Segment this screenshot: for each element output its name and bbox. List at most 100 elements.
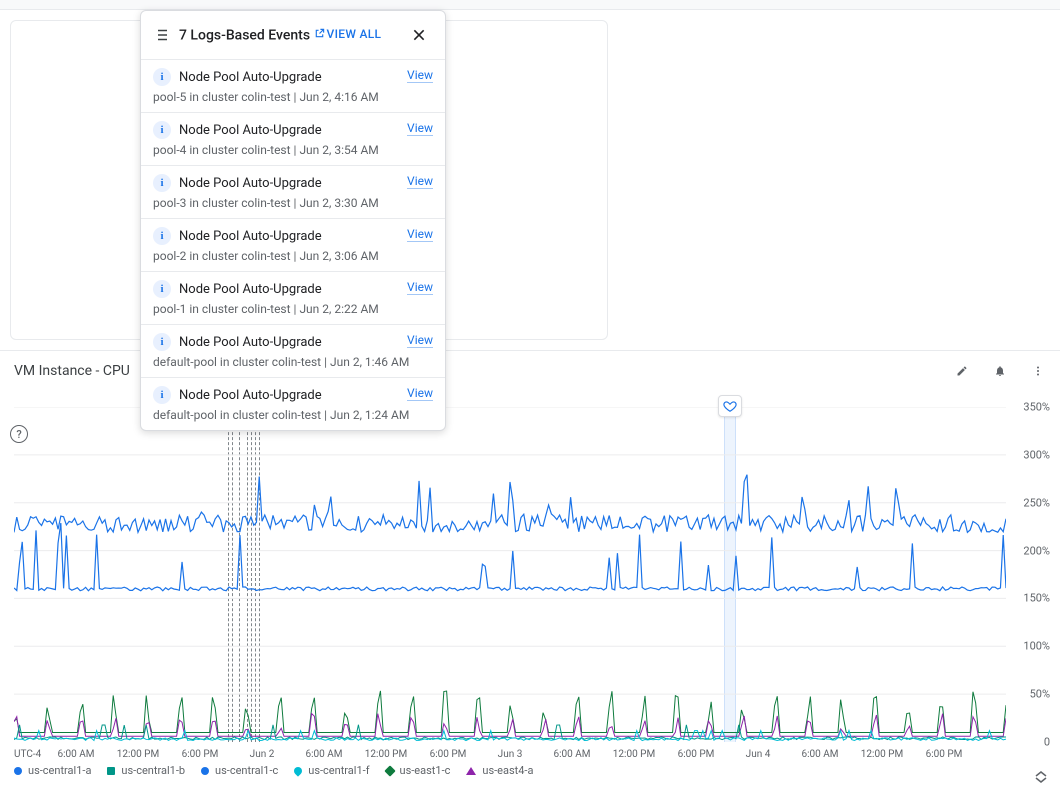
event-view-link[interactable]: View [407, 333, 433, 348]
alert-button[interactable] [988, 359, 1012, 383]
legend-label: us-east1-c [400, 764, 451, 777]
x-axis-ticks: UTC-4 6:00 AM 12:00 PM 6:00 PM Jun 2 6:00 AM… [14, 744, 1006, 760]
event-subtitle: default-pool in cluster colin-test | Jun… [153, 408, 433, 422]
event-subtitle: pool-3 in cluster colin-test | Jun 2, 3:… [153, 196, 433, 210]
chart-area[interactable]: ? 7 050%100%150%200%250%300%350% UTC-4 6… [8, 395, 1052, 760]
x-tick: 12:00 PM [117, 749, 159, 760]
legend-swatch [384, 765, 395, 776]
event-subtitle: pool-5 in cluster colin-test | Jun 2, 4:… [153, 90, 433, 104]
close-button[interactable] [405, 21, 433, 49]
y-tick: 100% [1023, 640, 1050, 653]
logs-events-list: iNode Pool Auto-UpgradeViewpool-5 in clu… [141, 60, 445, 430]
x-tick: 6:00 PM [182, 749, 219, 760]
x-tick: 6:00 AM [801, 749, 838, 760]
chart-title: VM Instance - CPU [14, 363, 130, 379]
logs-events-title: 7 Logs-Based Events VIEW ALL [179, 27, 393, 44]
legend-swatch [466, 767, 476, 775]
legend-swatch [293, 765, 304, 776]
chart-legend: us-central1-a us-central1-b us-central1-c u… [0, 760, 1060, 783]
info-icon: i [153, 121, 171, 139]
external-link-icon [314, 28, 325, 39]
info-icon: i [153, 227, 171, 245]
legend-item[interactable]: us-central1-a [14, 764, 91, 777]
y-tick: 150% [1023, 592, 1050, 605]
y-tick: 50% [1030, 688, 1050, 701]
y-tick: 300% [1023, 448, 1050, 461]
y-tick: 200% [1023, 544, 1050, 557]
legend-label: us-central1-b [121, 764, 185, 777]
y-axis-ticks: 050%100%150%200%250%300%350% [1010, 407, 1050, 742]
x-tick: Jun 3 [498, 749, 523, 760]
event-subtitle: pool-4 in cluster colin-test | Jun 2, 3:… [153, 143, 433, 157]
event-title: Node Pool Auto-Upgrade [179, 123, 433, 138]
x-tick: 6:00 PM [926, 749, 963, 760]
bell-icon [994, 362, 1006, 380]
event-row: iNode Pool Auto-UpgradeViewpool-3 in clu… [141, 166, 445, 219]
event-view-link[interactable]: View [407, 386, 433, 401]
logs-events-header: 7 Logs-Based Events VIEW ALL [141, 11, 445, 60]
event-view-link[interactable]: View [407, 68, 433, 83]
event-title: Node Pool Auto-Upgrade [179, 70, 433, 85]
view-all-link[interactable]: VIEW ALL [314, 27, 382, 41]
event-row: iNode Pool Auto-UpgradeViewdefault-pool … [141, 378, 445, 430]
chart-panel-actions [950, 359, 1050, 383]
legend-item[interactable]: us-east4-a [466, 764, 533, 777]
event-view-link[interactable]: View [407, 174, 433, 189]
edit-button[interactable] [950, 359, 974, 383]
event-row: i Node Pool Auto-UpgradeView pool-1 in clu… [141, 272, 445, 325]
event-row: i Node Pool Auto-UpgradeView pool-2 in clu… [141, 219, 445, 272]
legend-label: us-central1-f [308, 764, 369, 777]
legend-item[interactable]: us-central1-b [107, 764, 185, 777]
more-button[interactable] [1026, 359, 1050, 383]
event-title: Node Pool Auto-Upgrade [179, 282, 433, 297]
event-title: Node Pool Auto-Upgrade [179, 335, 433, 350]
y-tick: 350% [1023, 401, 1050, 414]
info-icon: i [153, 280, 171, 298]
favorite-marker[interactable] [718, 395, 742, 417]
y-tick: 250% [1023, 496, 1050, 509]
legend-item[interactable]: us-central1-c [201, 764, 278, 777]
x-tick: 6:00 PM [678, 749, 715, 760]
legend-item[interactable]: us-central1-f [294, 764, 369, 777]
chart-plot[interactable] [14, 407, 1006, 742]
event-row: i Node Pool Auto-UpgradeView pool-5 in clu… [141, 60, 445, 113]
legend-item[interactable]: us-east1-c [386, 764, 451, 777]
legend-label: us-central1-c [215, 764, 278, 777]
info-icon: i [153, 68, 171, 86]
top-strip [0, 0, 1060, 10]
timezone-label: UTC-4 [14, 749, 41, 760]
x-tick: 12:00 PM [861, 749, 903, 760]
event-row: i Node Pool Auto-UpgradeView default-pool … [141, 325, 445, 378]
x-tick: Jun 2 [250, 749, 275, 760]
legend-swatch [201, 767, 209, 775]
pencil-icon [956, 362, 968, 380]
event-row: i Node Pool Auto-UpgradeView pool-4 in clu… [141, 113, 445, 166]
info-icon: i [153, 333, 171, 351]
info-icon: i [153, 386, 171, 404]
x-tick: 6:00 AM [553, 749, 590, 760]
legend-swatch [14, 767, 22, 775]
legend-label: us-east4-a [482, 764, 533, 777]
y-tick: 0 [1044, 736, 1050, 749]
chevron-down-icon [1035, 777, 1047, 783]
kebab-icon [1032, 362, 1044, 380]
event-view-link[interactable]: View [407, 280, 433, 295]
x-tick: 6:00 PM [430, 749, 467, 760]
event-subtitle: default-pool in cluster colin-test | Jun… [153, 355, 433, 369]
x-tick: 6:00 AM [305, 749, 342, 760]
close-icon [411, 26, 427, 44]
x-tick: 6:00 AM [57, 749, 94, 760]
x-tick: Jun 4 [746, 749, 771, 760]
event-subtitle: pool-1 in cluster colin-test | Jun 2, 2:… [153, 302, 433, 316]
expand-toggle[interactable] [1032, 765, 1050, 789]
event-view-link[interactable]: View [407, 227, 433, 242]
legend-label: us-central1-a [28, 764, 91, 777]
event-title: Node Pool Auto-Upgrade [179, 176, 433, 191]
logs-events-card: 7 Logs-Based Events VIEW ALL iNode Pool … [140, 10, 446, 431]
heart-icon [723, 399, 737, 413]
x-tick: 12:00 PM [613, 749, 655, 760]
event-view-link[interactable]: View [407, 121, 433, 136]
event-subtitle: pool-2 in cluster colin-test | Jun 2, 3:… [153, 249, 433, 263]
legend-swatch [107, 767, 115, 775]
event-title: Node Pool Auto-Upgrade [179, 229, 433, 244]
